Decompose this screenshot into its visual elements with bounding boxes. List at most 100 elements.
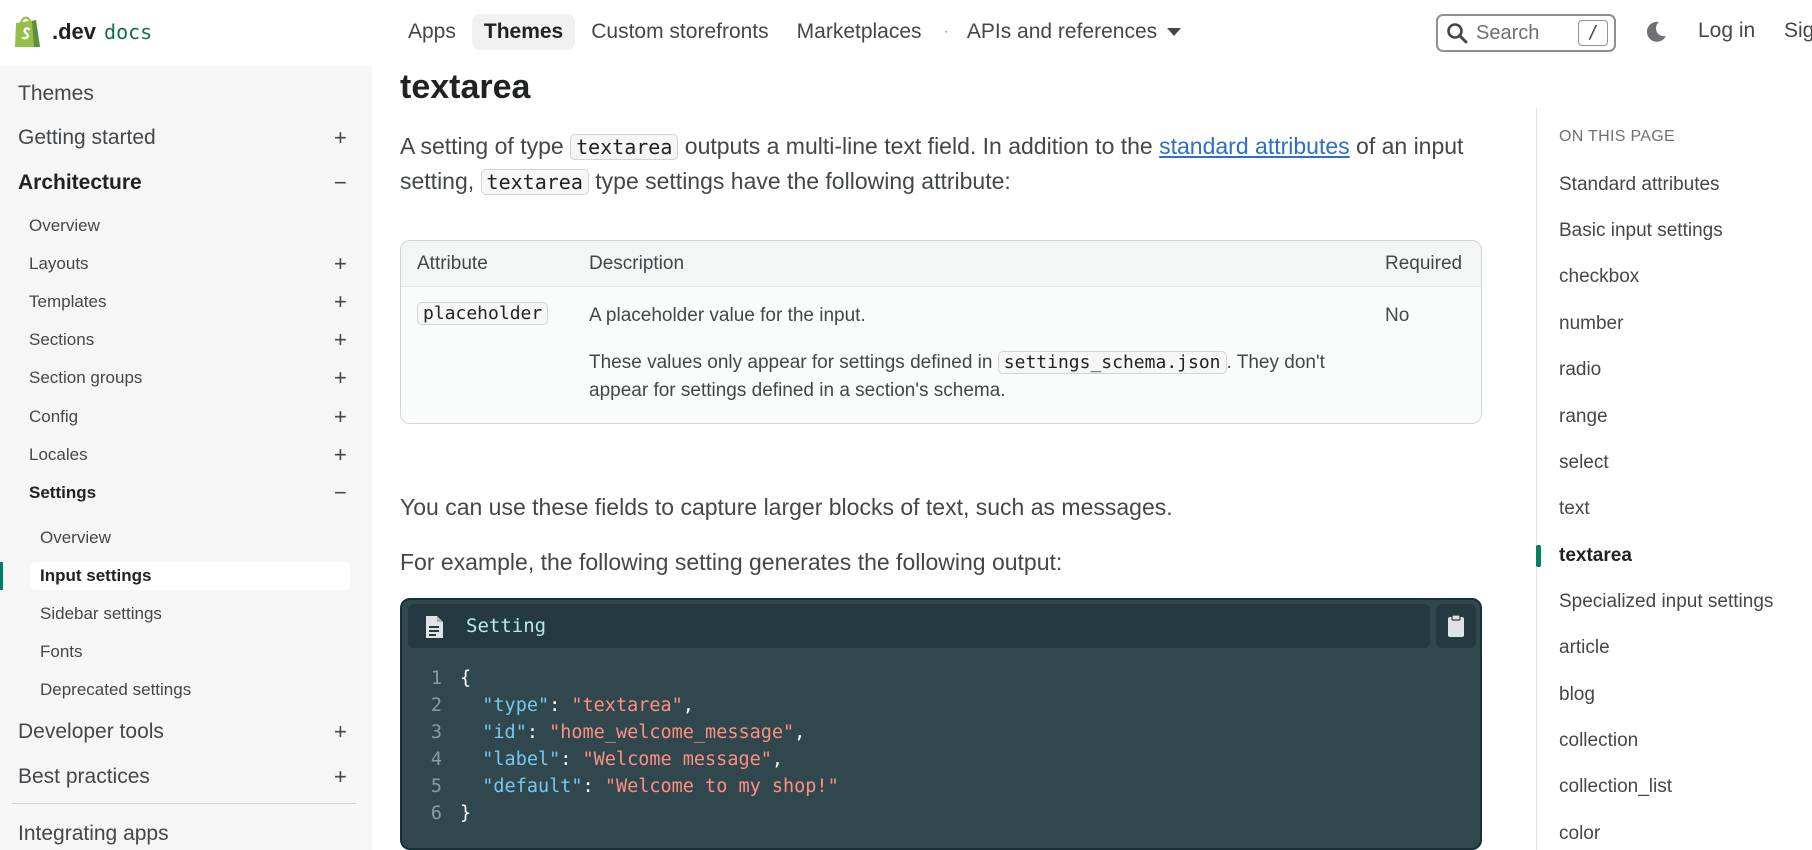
toc-item-range[interactable]: range	[1559, 406, 1608, 428]
on-this-page-toc: ON THIS PAGE Standard attributes Basic i…	[1536, 108, 1812, 850]
intro-paragraph: A setting of type textarea outputs a mul…	[400, 129, 1470, 199]
sidebar-item-locales[interactable]: Locales +	[0, 441, 372, 469]
inline-code: textarea	[570, 134, 679, 160]
nav-apis-dropdown[interactable]: APIs and references	[955, 14, 1193, 50]
search-box[interactable]: Search /	[1436, 14, 1616, 52]
toc-item-textarea[interactable]: textarea	[1559, 545, 1632, 567]
expand-plus-icon[interactable]: +	[334, 404, 347, 430]
intro-text: A setting of type	[400, 133, 571, 159]
nav-marketplaces[interactable]: Marketplaces	[785, 14, 934, 50]
code-text: "label": "Welcome message",	[482, 749, 784, 770]
sidebar-item-getting-started[interactable]: Getting started +	[0, 120, 372, 156]
code-comma: ,	[794, 722, 806, 743]
expand-plus-icon[interactable]: +	[334, 719, 347, 745]
expand-plus-icon[interactable]: +	[334, 251, 347, 277]
standard-attributes-link[interactable]: standard attributes	[1159, 133, 1350, 159]
sidebar-item-label: Settings	[29, 483, 97, 502]
line-number: 6	[430, 803, 442, 824]
collapse-minus-icon[interactable]: −	[334, 170, 347, 196]
toc-item-blog[interactable]: blog	[1559, 684, 1595, 706]
sidebar-item-integrating-apps[interactable]: Integrating apps	[0, 816, 372, 850]
toc-active-indicator	[1536, 545, 1541, 567]
toc-item-basic-input-settings[interactable]: Basic input settings	[1559, 220, 1723, 242]
sidebar-item-label: Architecture	[18, 171, 142, 194]
line-number: 2	[430, 695, 442, 716]
sidebar-item-label: Best practices	[18, 765, 150, 788]
expand-plus-icon[interactable]: +	[334, 442, 347, 468]
sidebar-item-best-practices[interactable]: Best practices +	[0, 759, 372, 795]
toc-item-select[interactable]: select	[1559, 452, 1609, 474]
nav-custom-storefronts[interactable]: Custom storefronts	[579, 14, 780, 50]
top-bar: .dev docs Apps Themes Custom storefronts…	[0, 0, 1812, 66]
code-lines: 1{ 2 "type": "textarea", 3 "id": "home_w…	[402, 668, 839, 830]
code-text: }	[460, 803, 472, 824]
signup-link[interactable]: Sig	[1784, 19, 1812, 43]
expand-plus-icon[interactable]: +	[334, 289, 347, 315]
toc-item-collection[interactable]: collection	[1559, 730, 1638, 752]
brand-logo-link[interactable]: .dev docs	[12, 14, 152, 50]
search-shortcut-key: /	[1578, 20, 1608, 46]
sidebar-item-input-settings[interactable]: Input settings	[0, 562, 372, 590]
code-text: "type": "textarea",	[482, 695, 694, 716]
toc-item-number[interactable]: number	[1559, 313, 1623, 335]
caret-down-icon	[1167, 28, 1182, 37]
sidebar-item-section-groups[interactable]: Section groups +	[0, 364, 372, 392]
sidebar-item-label: Overview	[29, 216, 100, 235]
table-cell-attribute: placeholder	[417, 302, 549, 325]
sidebar-item-architecture-overview[interactable]: Overview	[0, 212, 372, 240]
nav-apps[interactable]: Apps	[396, 14, 468, 50]
page-title: textarea	[400, 68, 531, 106]
toc-item-collection-list[interactable]: collection_list	[1559, 776, 1672, 798]
sidebar-item-layouts[interactable]: Layouts +	[0, 250, 372, 278]
nav-apis-label: APIs and references	[966, 20, 1158, 43]
sidebar-item-sidebar-settings[interactable]: Sidebar settings	[0, 600, 372, 628]
code-line: 1{	[402, 668, 839, 695]
toc-item-radio[interactable]: radio	[1559, 359, 1601, 381]
column-header-attribute: Attribute	[417, 253, 488, 274]
sidebar-item-label: Sidebar settings	[40, 604, 162, 623]
expand-plus-icon[interactable]: +	[334, 365, 347, 391]
sidebar-item-developer-tools[interactable]: Developer tools +	[0, 714, 372, 750]
login-link[interactable]: Log in	[1698, 19, 1755, 43]
sidebar-item-label: Getting started	[18, 126, 156, 149]
collapse-minus-icon[interactable]: −	[334, 480, 347, 506]
sidebar-item-config[interactable]: Config +	[0, 403, 372, 431]
nav-themes[interactable]: Themes	[471, 14, 576, 50]
code-comma: ,	[682, 695, 694, 716]
dark-mode-moon-icon[interactable]	[1644, 20, 1668, 44]
toc-item-specialized-input-settings[interactable]: Specialized input settings	[1559, 591, 1773, 613]
expand-plus-icon[interactable]: +	[334, 327, 347, 353]
sidebar-item-fonts[interactable]: Fonts	[0, 638, 372, 666]
code-value: "home_welcome_message"	[549, 722, 795, 743]
code-key: "label"	[482, 749, 561, 770]
brand-dev-text: .dev	[52, 19, 97, 44]
sidebar-item-themes[interactable]: Themes	[0, 76, 372, 112]
sidebar-item-architecture[interactable]: Architecture −	[0, 165, 372, 201]
sidebar-item-sections[interactable]: Sections +	[0, 326, 372, 354]
clipboard-icon	[1448, 614, 1464, 637]
attribute-table: Attribute Description Required placehold…	[400, 240, 1482, 424]
inline-code: placeholder	[417, 302, 549, 325]
sidebar-item-label: Sections	[29, 330, 95, 349]
sidebar-item-label: Layouts	[29, 254, 89, 273]
search-placeholder: Search	[1476, 21, 1540, 44]
sidebar-item-deprecated-settings[interactable]: Deprecated settings	[0, 676, 372, 704]
toc-item-standard-attributes[interactable]: Standard attributes	[1559, 174, 1720, 196]
intro-text: type settings have the following attribu…	[588, 168, 1011, 194]
sidebar-item-settings[interactable]: Settings −	[0, 479, 372, 507]
code-comma: ,	[771, 749, 784, 770]
expand-plus-icon[interactable]: +	[334, 764, 347, 790]
code-key: "default"	[482, 776, 583, 797]
sidebar-item-templates[interactable]: Templates +	[0, 288, 372, 316]
copy-button[interactable]	[1436, 604, 1476, 648]
toc-item-color[interactable]: color	[1559, 823, 1600, 845]
toc-item-text[interactable]: text	[1559, 498, 1590, 520]
column-header-description: Description	[589, 253, 685, 274]
toc-item-article[interactable]: article	[1559, 637, 1610, 659]
sidebar-item-label: Input settings	[40, 566, 152, 585]
toc-item-checkbox[interactable]: checkbox	[1559, 266, 1639, 288]
sidebar-item-label: Config	[29, 407, 79, 426]
expand-plus-icon[interactable]: +	[334, 125, 347, 151]
code-key: "type"	[482, 695, 550, 716]
sidebar-item-settings-overview[interactable]: Overview	[0, 524, 372, 552]
